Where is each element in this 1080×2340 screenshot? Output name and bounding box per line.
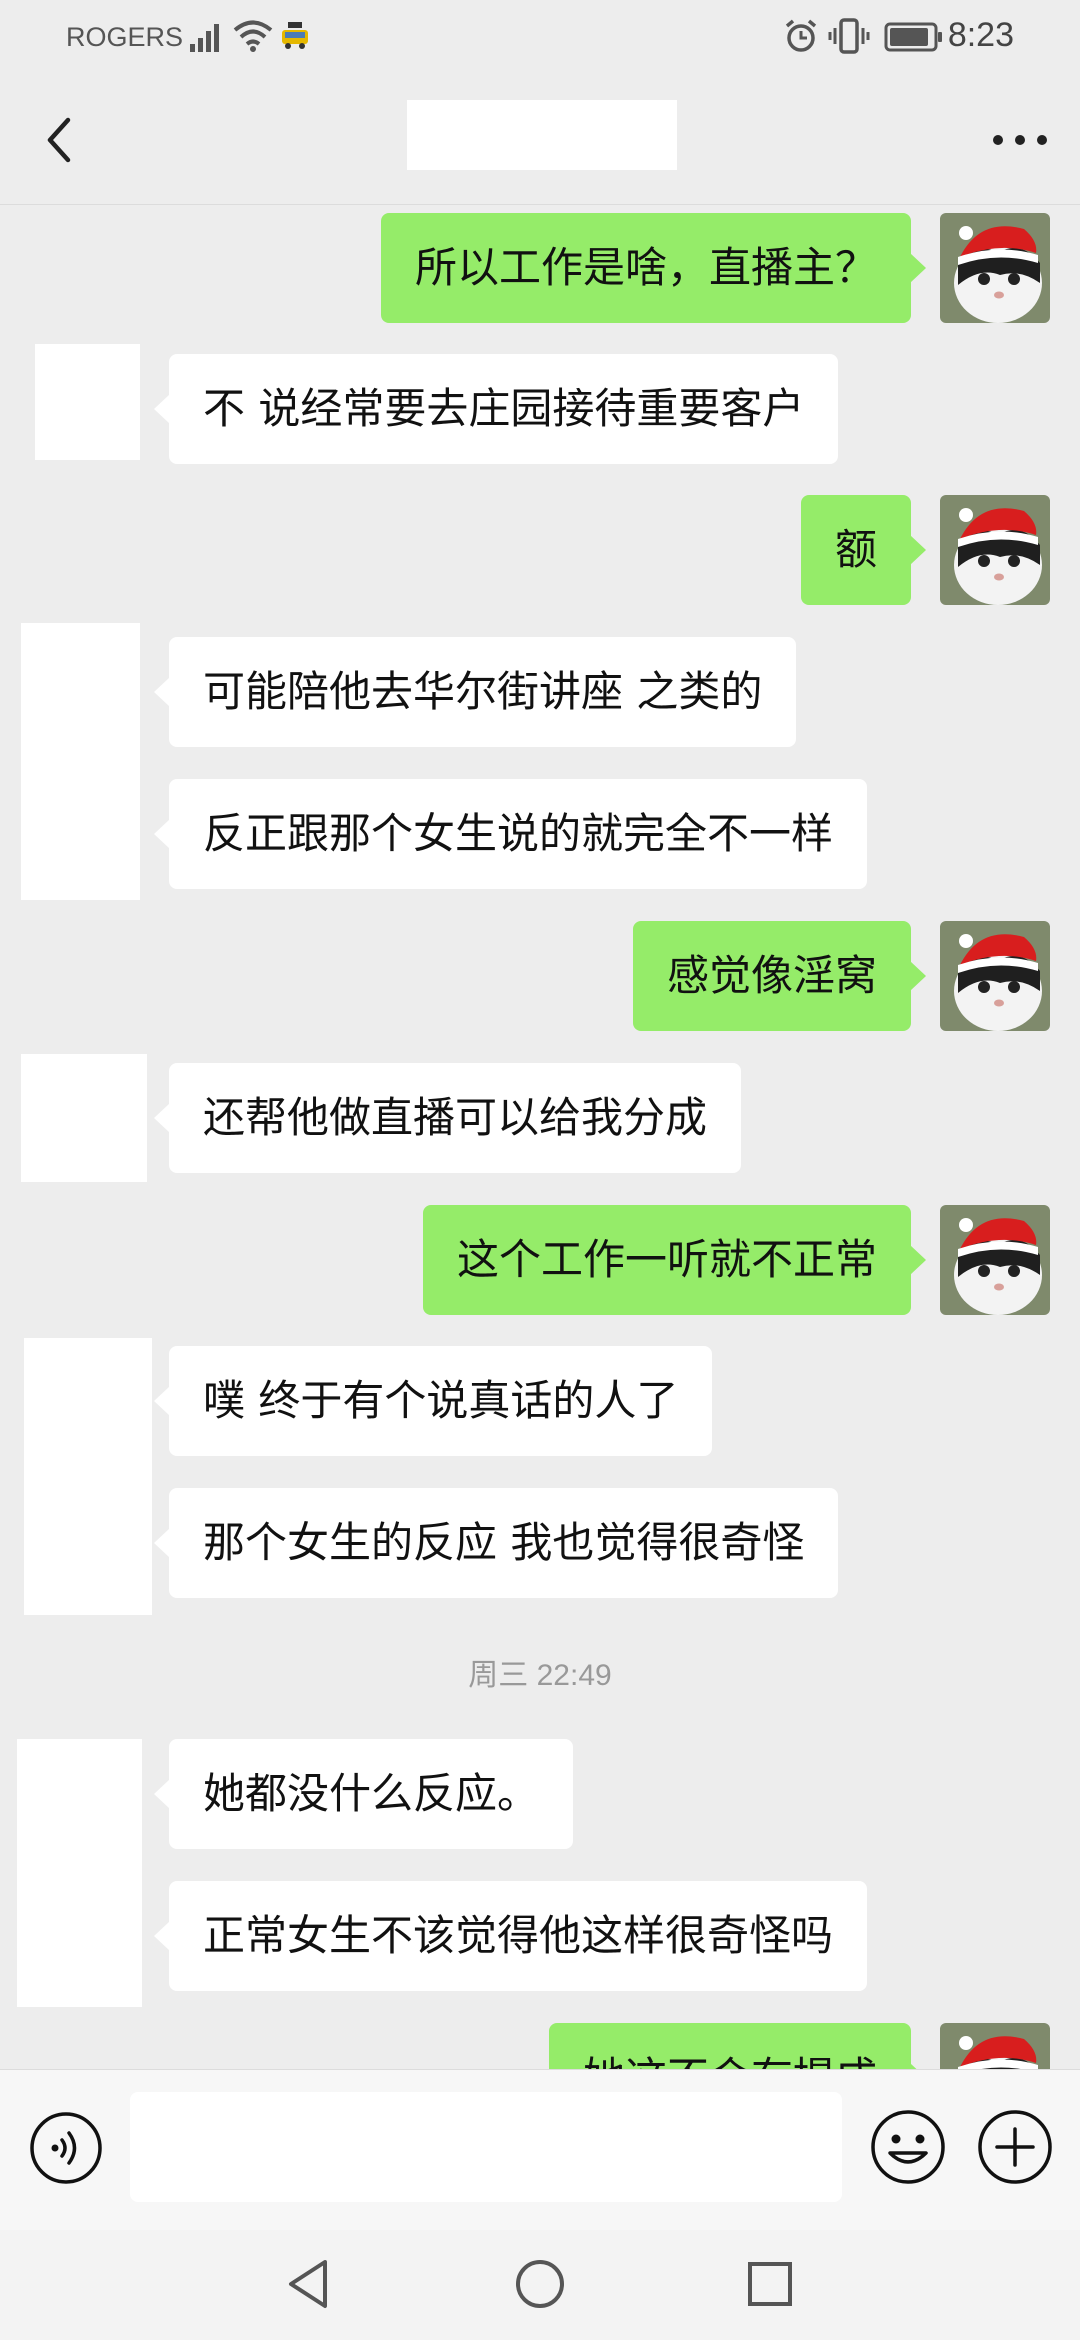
signal-icon bbox=[190, 24, 219, 52]
message-bubble-outgoing[interactable]: 所以工作是啥，直播主？ bbox=[380, 213, 927, 323]
avatar[interactable] bbox=[940, 2023, 1050, 2069]
emoji-icon[interactable] bbox=[868, 2107, 948, 2187]
plus-icon[interactable] bbox=[975, 2107, 1055, 2187]
avatar[interactable] bbox=[35, 344, 140, 460]
nav-back-icon[interactable] bbox=[277, 2252, 341, 2316]
message-bubble-outgoing[interactable]: 额 bbox=[800, 495, 927, 605]
cat-santa-hat-icon bbox=[940, 1205, 1050, 1315]
more-dots-icon[interactable] bbox=[988, 115, 1052, 165]
chat-header bbox=[0, 75, 1080, 205]
message-bubble-incoming[interactable]: 那个女生的反应 我也觉得很奇怪 bbox=[153, 1488, 839, 1598]
vibrate-icon bbox=[828, 18, 870, 54]
alarm-icon bbox=[785, 19, 817, 52]
taxi-icon bbox=[282, 22, 308, 49]
status-time: 8:23 bbox=[947, 16, 1014, 54]
message-bubble-incoming[interactable]: 她都没什么反应。 bbox=[153, 1739, 574, 1849]
chat-title bbox=[407, 100, 677, 170]
nav-recent-icon[interactable] bbox=[738, 2252, 802, 2316]
avatar[interactable] bbox=[940, 213, 1050, 323]
status-bar: ROGERS 8:23 bbox=[0, 0, 1080, 75]
message-bubble-incoming[interactable]: 反正跟那个女生说的就完全不一样 bbox=[153, 779, 868, 889]
cat-santa-hat-icon bbox=[940, 921, 1050, 1031]
carrier-label: ROGERS bbox=[66, 22, 184, 52]
message-bubble-outgoing[interactable]: 这个工作一听就不正常 bbox=[422, 1205, 927, 1315]
message-bubble-incoming[interactable]: 正常女生不该觉得他这样很奇怪吗 bbox=[153, 1881, 868, 1991]
system-nav-bar bbox=[0, 2230, 1080, 2340]
cat-santa-hat-icon bbox=[940, 213, 1050, 323]
message-bubble-outgoing[interactable]: 感觉像淫窝 bbox=[632, 921, 927, 1031]
message-bubble-outgoing[interactable]: 她这不会有提成 bbox=[548, 2023, 927, 2069]
voice-icon[interactable] bbox=[28, 2110, 104, 2186]
message-input-bar bbox=[0, 2069, 1080, 2230]
avatar[interactable] bbox=[24, 1338, 152, 1615]
wifi-icon bbox=[233, 20, 273, 52]
battery-icon bbox=[884, 22, 942, 52]
avatar[interactable] bbox=[17, 1739, 142, 2007]
message-bubble-incoming[interactable]: 噗 终于有个说真话的人了 bbox=[153, 1346, 713, 1456]
avatar[interactable] bbox=[940, 1205, 1050, 1315]
message-input[interactable] bbox=[130, 2092, 842, 2202]
avatar[interactable] bbox=[940, 921, 1050, 1031]
avatar[interactable] bbox=[21, 623, 140, 900]
chat-message-list[interactable]: 所以工作是啥，直播主？ 不 说经常要去庄园接待重要客户 额 可能陪他去华尔街讲座… bbox=[0, 206, 1080, 2069]
message-bubble-incoming[interactable]: 不 说经常要去庄园接待重要客户 bbox=[153, 354, 839, 464]
cat-santa-hat-icon bbox=[940, 2023, 1050, 2069]
chevron-left-icon[interactable] bbox=[30, 110, 90, 170]
nav-home-icon[interactable] bbox=[508, 2252, 572, 2316]
cat-santa-hat-icon bbox=[940, 495, 1050, 605]
avatar[interactable] bbox=[940, 495, 1050, 605]
message-bubble-incoming[interactable]: 可能陪他去华尔街讲座 之类的 bbox=[153, 637, 797, 747]
message-timestamp: 周三 22:49 bbox=[468, 1659, 612, 1692]
avatar[interactable] bbox=[21, 1054, 147, 1182]
message-bubble-incoming[interactable]: 还帮他做直播可以给我分成 bbox=[153, 1063, 742, 1173]
